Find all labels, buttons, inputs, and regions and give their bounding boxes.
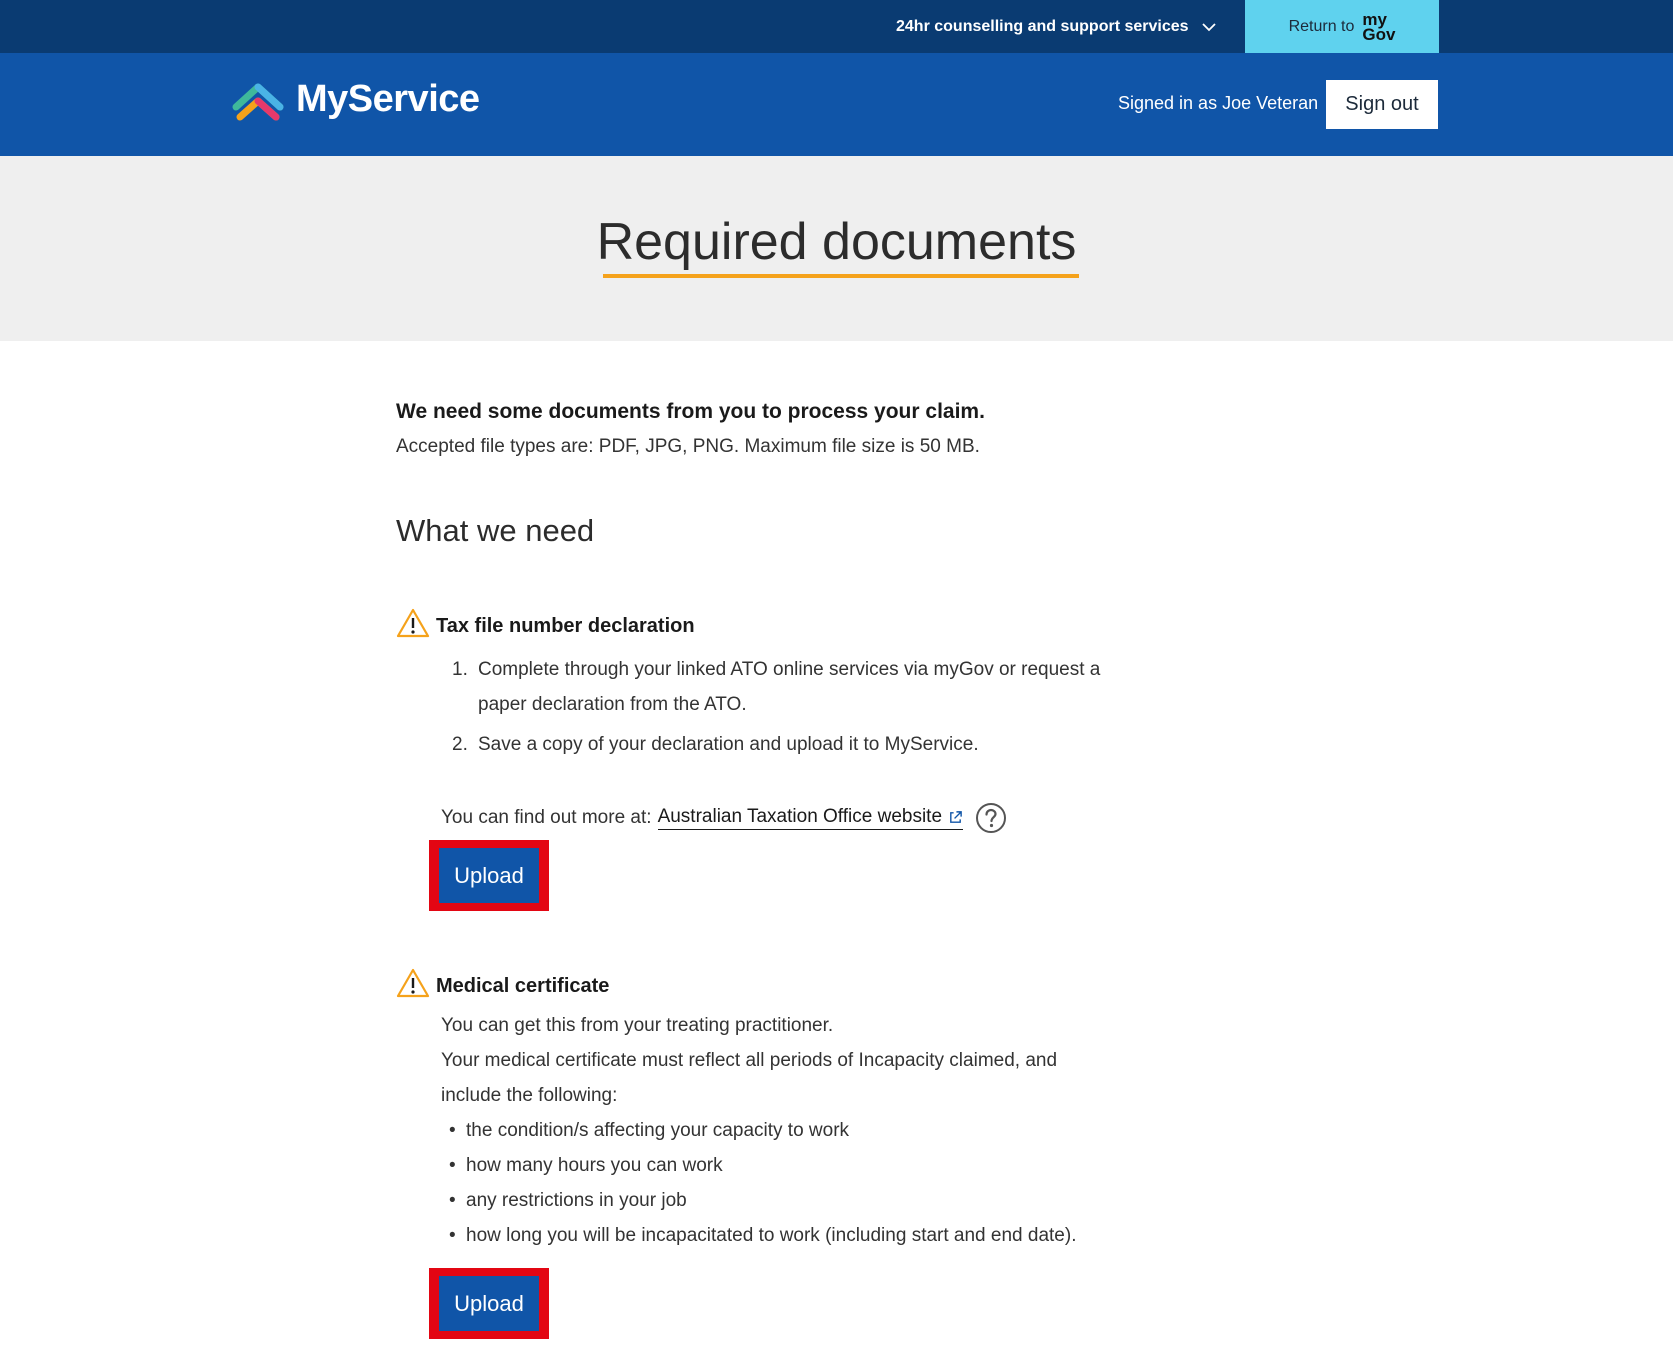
tax-item-header: Tax file number declaration (396, 607, 1156, 638)
tax-upload-highlight: Upload (429, 840, 549, 911)
logo-text: MyService (296, 77, 480, 120)
list-item: • how many hours you can work (449, 1155, 723, 1176)
warning-icon (396, 608, 430, 637)
section-title: What we need (396, 513, 595, 548)
medical-requirements-list: • the condition/s affecting your capacity… (441, 1113, 1156, 1253)
signed-in-status: Signed in as Joe Veteran (1118, 93, 1319, 113)
chevron-down-icon (1201, 22, 1216, 31)
title-underline (603, 274, 1079, 278)
return-to-mygov-button[interactable]: Return to my Gov (1245, 0, 1439, 53)
list-item: • any restrictions in your job (449, 1190, 687, 1211)
find-out-more-label: You can find out more at: (441, 807, 652, 828)
help-question-icon[interactable] (975, 802, 1007, 834)
medical-item-title: Medical certificate (436, 975, 610, 997)
warning-icon (396, 968, 430, 997)
tax-steps-list: 1. Complete through your linked ATO onli… (452, 652, 1156, 762)
mygov-logo: my Gov (1362, 9, 1396, 44)
tax-file-declaration-item: Tax file number declaration 1. Complete … (396, 607, 1156, 834)
site-header: MyService Signed in as Joe Veteran Sign … (0, 53, 1673, 156)
return-to-label: Return to (1288, 17, 1355, 35)
support-services-label: 24hr counselling and support services (896, 17, 1189, 35)
intro-section: We need some documents from you to proce… (396, 400, 1156, 458)
page-title: Required documents (596, 213, 1077, 271)
find-out-more: You can find out more at: Australian Tax… (441, 802, 1156, 834)
intro-lead: We need some documents from you to proce… (396, 400, 985, 423)
ato-website-link[interactable]: Australian Taxation Office website (657, 806, 964, 830)
medical-description: You can get this from your treating prac… (441, 1015, 1058, 1106)
medical-upload-highlight: Upload (429, 1268, 549, 1339)
support-services-dropdown[interactable]: 24hr counselling and support services (896, 0, 1217, 53)
page-hero: Required documents (0, 156, 1673, 341)
myservice-chevron-logo-icon (232, 83, 284, 121)
medical-certificate-item: Medical certificate You can get this fro… (396, 967, 1156, 1253)
external-link-icon (950, 810, 962, 823)
medical-item-header: Medical certificate (396, 967, 1156, 998)
list-item: • how long you will be incapacitated to w… (449, 1225, 1077, 1246)
tax-upload-button[interactable]: Upload (439, 848, 539, 903)
list-item: 1. Complete through your linked ATO onli… (452, 659, 1101, 715)
medical-upload-button[interactable]: Upload (439, 1276, 539, 1331)
list-item: • the condition/s affecting your capacity… (449, 1120, 850, 1141)
tax-item-title: Tax file number declaration (436, 615, 695, 637)
myservice-logo[interactable]: MyService (232, 77, 480, 121)
file-types-info: Accepted file types are: PDF, JPG, PNG. … (396, 436, 980, 457)
list-item: 2. Save a copy of your declaration and u… (452, 734, 979, 755)
top-utility-bar: 24hr counselling and support services Re… (0, 0, 1673, 53)
sign-out-button[interactable]: Sign out (1326, 80, 1438, 129)
